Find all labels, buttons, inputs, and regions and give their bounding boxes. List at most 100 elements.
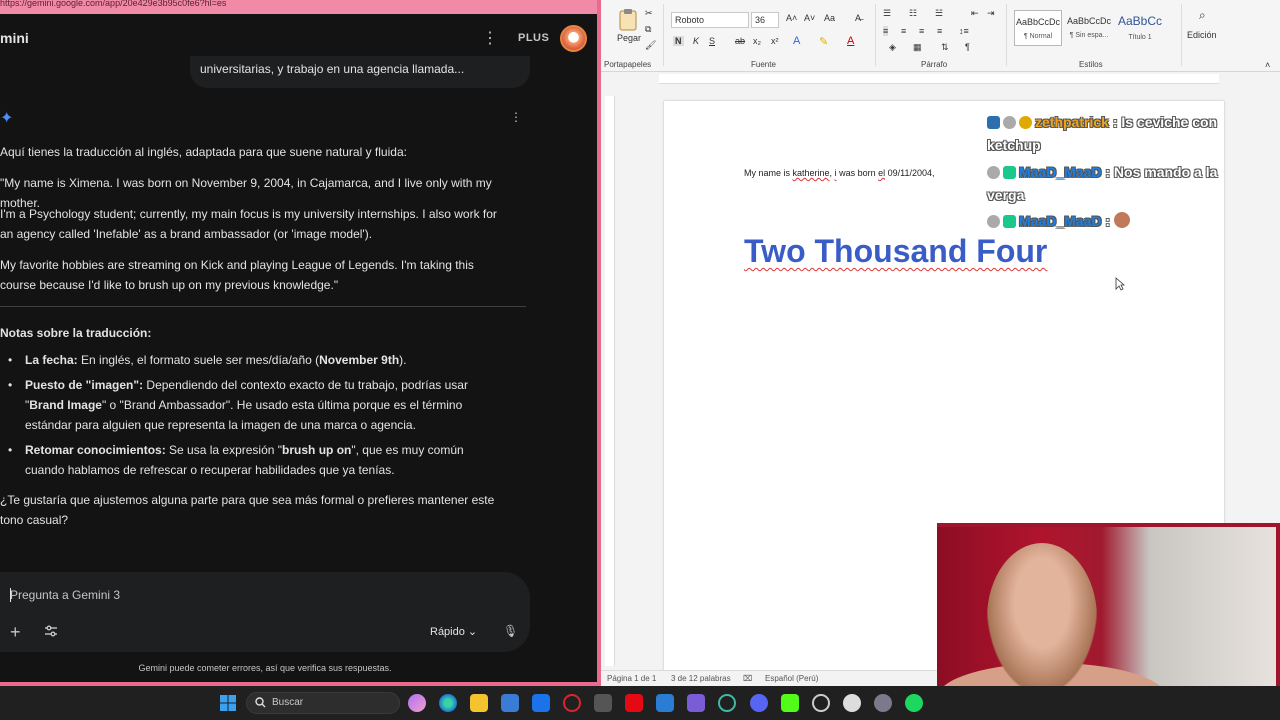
opera-gx-icon[interactable] — [563, 694, 581, 712]
underline-icon[interactable]: S — [709, 36, 715, 46]
ribbon-divider — [875, 4, 876, 66]
copy-icon[interactable]: ⧉ — [645, 24, 651, 35]
netflix-icon[interactable] — [625, 694, 643, 712]
model-mode-selector[interactable]: Rápido ⌄ — [430, 625, 477, 638]
kick-icon[interactable] — [781, 694, 799, 712]
text-caret — [10, 588, 11, 602]
store-icon[interactable] — [501, 694, 519, 712]
show-marks-icon[interactable]: ¶ — [965, 42, 970, 52]
line-spacing-icon[interactable]: ↕≡ — [959, 26, 969, 36]
doc-text: 09/11/2004, — [885, 168, 935, 178]
microphone-icon[interactable]: 🎙 — [503, 624, 518, 638]
font-name-select[interactable]: Roboto — [671, 12, 749, 28]
language-status[interactable]: Español (Perú) — [765, 674, 818, 683]
shrink-font-icon[interactable]: A˅ — [804, 13, 815, 23]
snipping-tool-icon[interactable] — [594, 694, 612, 712]
notes-list: La fecha: En inglés, el formato suele se… — [8, 350, 505, 485]
mail-icon[interactable] — [532, 694, 550, 712]
sort-icon[interactable]: ⇅ — [941, 42, 949, 53]
align-left-icon[interactable]: ≡ — [883, 26, 889, 36]
editing-label[interactable]: Edición — [1187, 30, 1217, 40]
app-icon[interactable] — [718, 694, 736, 712]
outlook-icon[interactable] — [656, 694, 674, 712]
chat-username: zethpatrick — [1035, 114, 1109, 130]
search-input[interactable]: Buscar — [272, 697, 303, 708]
justify-icon[interactable]: ≡ — [937, 26, 942, 36]
highlight-icon[interactable]: ✎ — [819, 35, 828, 48]
list-item: Puesto de "imagen": Dependiendo del cont… — [8, 375, 505, 435]
format-painter-icon[interactable]: 🖌 — [645, 40, 656, 51]
document-line[interactable]: My name is katherine, i was born el 09/1… — [744, 168, 935, 178]
horizontal-ruler[interactable] — [659, 74, 1219, 84]
paste-icon[interactable] — [617, 8, 639, 32]
edge-browser-icon[interactable] — [439, 694, 457, 712]
teams-icon[interactable] — [687, 694, 705, 712]
font-size-select[interactable]: 36 — [751, 12, 779, 28]
more-options-icon[interactable]: ⋮ — [480, 28, 500, 50]
url-text[interactable]: https://gemini.google.com/app/20e429e3b9… — [0, 0, 226, 8]
superscript-icon[interactable]: x² — [771, 36, 779, 46]
multilevel-list-icon[interactable]: ☱ — [935, 8, 943, 19]
paste-label[interactable]: Pegar — [617, 33, 641, 43]
decrease-indent-icon[interactable]: ⇤ — [971, 8, 979, 19]
search-icon[interactable]: ⌕ — [1199, 8, 1206, 23]
note-label: Puesto de "imagen": — [25, 378, 144, 392]
prompt-input[interactable]: Pregunta a Gemini 3 — [10, 588, 120, 602]
taskbar-search[interactable]: Buscar — [246, 692, 400, 714]
italic-icon[interactable]: K — [693, 36, 699, 46]
font-color-icon[interactable]: A — [847, 35, 854, 47]
subscript-icon[interactable]: x₂ — [753, 36, 761, 46]
vertical-ruler[interactable] — [605, 96, 615, 666]
doc-text: My name is — [744, 168, 793, 178]
style-name: ¶ Normal — [1023, 33, 1053, 40]
ribbon-divider — [663, 4, 664, 66]
response-divider — [0, 306, 526, 307]
note-end: ). — [399, 353, 407, 367]
proofing-icon[interactable]: ⌧ — [743, 674, 752, 683]
chat-message: MaaD_MaaD : — [987, 210, 1232, 233]
webcam-person-face — [987, 543, 1097, 693]
copilot-icon[interactable] — [408, 694, 426, 712]
discord-icon[interactable] — [750, 694, 768, 712]
style-sample: AaBbCc — [1117, 14, 1163, 28]
page-count[interactable]: Página 1 de 1 — [607, 674, 656, 683]
word-count[interactable]: 3 de 12 palabras — [671, 674, 731, 683]
text-effects-icon[interactable]: A — [793, 35, 800, 47]
increase-indent-icon[interactable]: ⇥ — [987, 8, 995, 19]
bold-icon[interactable]: N — [673, 36, 684, 46]
spotify-icon[interactable] — [905, 694, 923, 712]
style-no-spacing[interactable]: AaBbCcDc ¶ Sin espa... — [1065, 10, 1113, 46]
note-emphasis: November 9th — [319, 353, 400, 367]
avatar[interactable] — [560, 25, 587, 52]
change-case-icon[interactable]: Aa — [824, 13, 835, 23]
bullets-icon[interactable]: ☰ — [883, 8, 891, 19]
gear-badge-icon — [987, 166, 1000, 179]
borders-icon[interactable]: ▦ — [913, 42, 922, 53]
note-text: En inglés, el formato suele ser mes/día/… — [77, 353, 320, 367]
document-heading[interactable]: Two Thousand Four — [744, 233, 1047, 270]
file-explorer-icon[interactable] — [470, 694, 488, 712]
response-options-icon[interactable]: ⋮ — [510, 110, 522, 124]
align-center-icon[interactable]: ≡ — [901, 26, 906, 36]
cut-icon[interactable]: ✂ — [645, 8, 653, 19]
app-icon[interactable] — [874, 694, 892, 712]
prompt-composer[interactable]: Pregunta a Gemini 3 + Rápido ⌄ 🎙 — [0, 572, 530, 652]
add-attachment-icon[interactable]: + — [10, 622, 21, 643]
notes-title: Notas sobre la traducción: — [0, 326, 152, 340]
shading-icon[interactable]: ◈ — [889, 42, 896, 53]
style-normal[interactable]: AaBbCcDc ¶ Normal — [1014, 10, 1062, 46]
strikethrough-icon[interactable]: ab — [735, 36, 745, 46]
settings-gear-icon[interactable] — [843, 694, 861, 712]
grow-font-icon[interactable]: A˄ — [786, 13, 797, 23]
obs-icon[interactable] — [812, 694, 830, 712]
address-bar[interactable]: https://gemini.google.com/app/20e429e3b9… — [0, 0, 597, 14]
collapse-ribbon-icon[interactable]: ˄ — [1265, 60, 1270, 70]
list-item: La fecha: En inglés, el formato suele se… — [8, 350, 505, 370]
numbering-icon[interactable]: ☷ — [909, 8, 917, 19]
windows-start-icon[interactable] — [219, 694, 237, 712]
tools-icon[interactable] — [44, 624, 58, 638]
chat-text: : — [1105, 213, 1111, 229]
align-right-icon[interactable]: ≡ — [919, 26, 924, 36]
style-heading-1[interactable]: AaBbCc Título 1 — [1116, 10, 1164, 46]
clear-format-icon[interactable]: A̶ — [855, 13, 861, 23]
